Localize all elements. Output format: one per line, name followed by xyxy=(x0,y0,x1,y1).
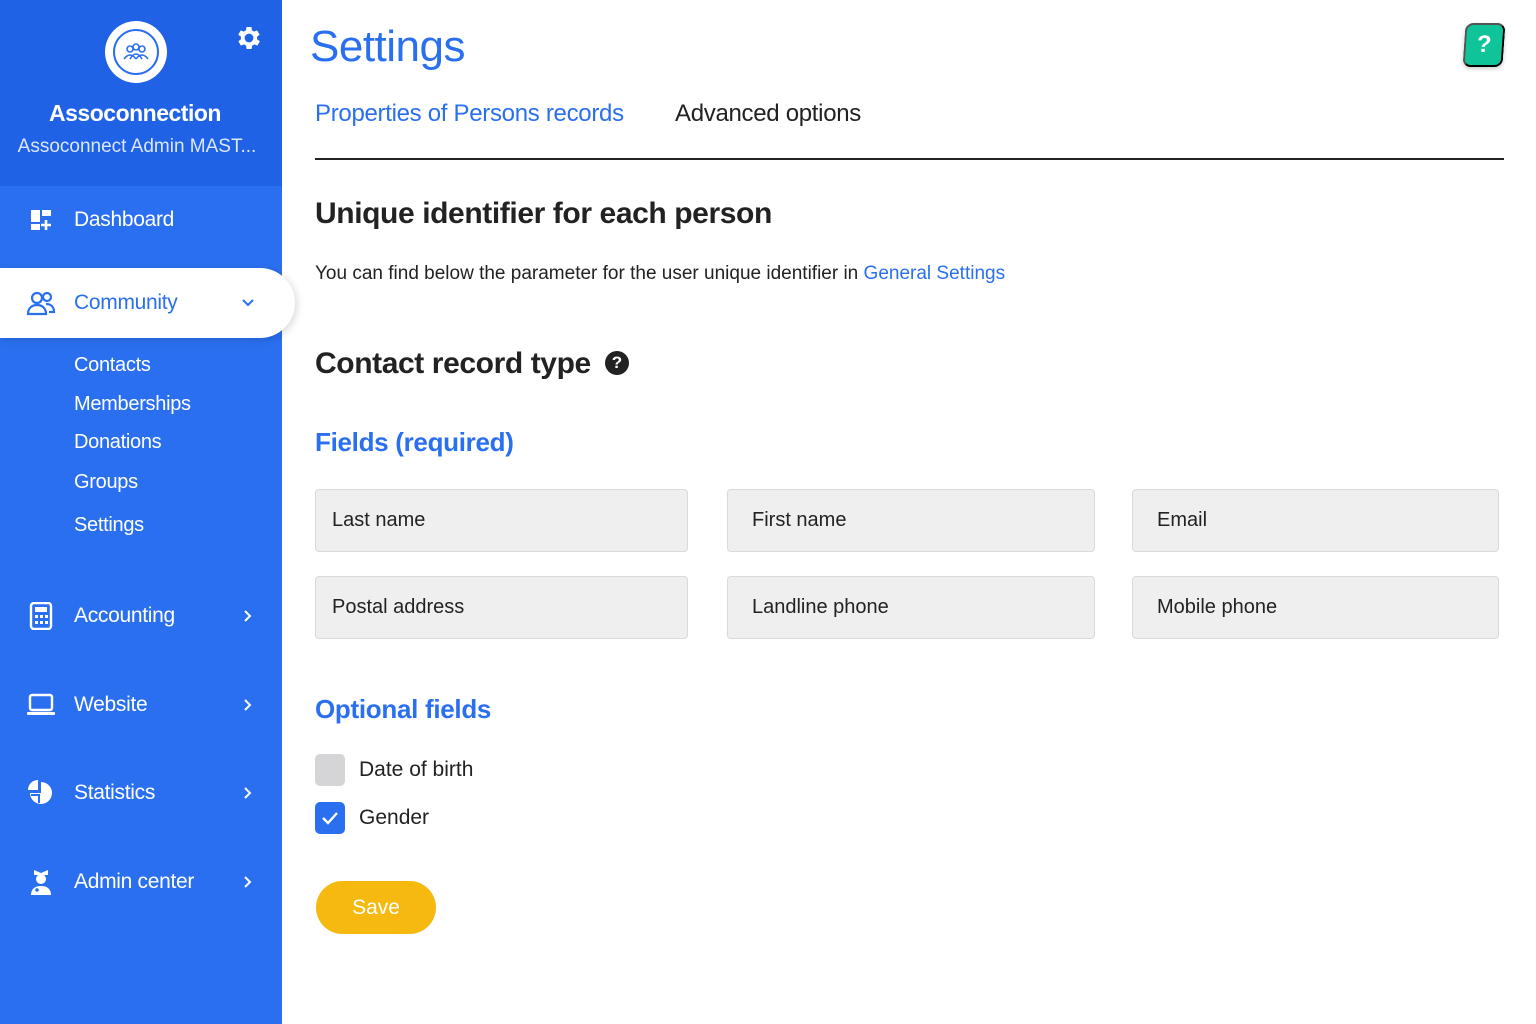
field-last-name: Last name xyxy=(315,489,688,552)
sidebar-item-label: Website xyxy=(74,693,148,716)
sidebar-item-label: Admin center xyxy=(74,870,195,893)
calculator-icon xyxy=(26,601,56,631)
chevron-right-icon xyxy=(238,872,258,892)
sidebar-item-community[interactable]: Community xyxy=(0,268,295,338)
field-landline-phone: Landline phone xyxy=(727,576,1095,639)
laptop-icon xyxy=(26,690,56,720)
admin-icon xyxy=(26,867,56,897)
tab-advanced-options[interactable]: Advanced options xyxy=(675,100,861,128)
org-avatar[interactable] xyxy=(105,21,167,83)
page-title: Settings xyxy=(310,22,465,71)
sidebar-item-label: Statistics xyxy=(74,781,156,804)
field-mobile-phone: Mobile phone xyxy=(1132,576,1499,639)
chevron-down-icon xyxy=(238,293,258,313)
sidebar-item-admin-center[interactable]: Admin center xyxy=(0,852,282,912)
gender-checkbox[interactable] xyxy=(315,802,345,834)
optional-fields-heading: Optional fields xyxy=(315,694,492,724)
chevron-right-icon xyxy=(238,783,258,803)
subnav-item-groups[interactable]: Groups xyxy=(74,471,138,494)
checkbox-label: Date of birth xyxy=(359,758,474,781)
required-fields-heading: Fields (required) xyxy=(315,427,514,457)
chevron-right-icon xyxy=(238,606,258,626)
field-email: Email xyxy=(1132,489,1499,552)
dashboard-icon xyxy=(26,205,56,235)
checkbox-label: Gender xyxy=(359,806,430,829)
field-postal-address: Postal address xyxy=(315,576,688,639)
subnav-item-memberships[interactable]: Memberships xyxy=(74,393,191,416)
chevron-right-icon xyxy=(238,695,258,715)
general-settings-link[interactable]: General Settings xyxy=(864,263,1006,284)
sidebar-item-label: Dashboard xyxy=(74,208,175,231)
help-button[interactable]: ? xyxy=(1462,23,1506,67)
sidebar-item-label: Accounting xyxy=(74,604,175,627)
question-icon: ? xyxy=(1475,31,1493,58)
date-of-birth-checkbox[interactable] xyxy=(315,754,345,786)
note-text: You can find below the parameter for the… xyxy=(315,263,864,284)
sidebar-header: Assoconnection Assoconnect Admin MAST... xyxy=(0,0,282,186)
subnav-item-donations[interactable]: Donations xyxy=(74,431,162,454)
subnav-item-settings[interactable]: Settings xyxy=(74,514,144,537)
contact-record-type-label: Contact record type xyxy=(315,347,591,380)
sidebar-item-accounting[interactable]: Accounting xyxy=(0,586,282,646)
sidebar-item-label: Community xyxy=(74,291,178,314)
sidebar-item-website[interactable]: Website xyxy=(0,675,282,735)
unique-identifier-heading: Unique identifier for each person xyxy=(315,197,772,230)
field-first-name: First name xyxy=(727,489,1095,552)
unique-identifier-note: You can find below the parameter for the… xyxy=(315,263,1005,285)
sidebar-item-statistics[interactable]: Statistics xyxy=(0,763,282,823)
gear-icon[interactable] xyxy=(234,23,264,53)
pie-chart-icon xyxy=(26,778,56,808)
optional-field-gender[interactable]: Gender xyxy=(315,802,429,834)
tab-properties[interactable]: Properties of Persons records xyxy=(315,100,624,128)
org-subtitle: Assoconnect Admin MAST... xyxy=(17,136,257,157)
sidebar: Assoconnection Assoconnect Admin MAST...… xyxy=(0,0,295,1024)
subnav-item-contacts[interactable]: Contacts xyxy=(74,354,151,377)
save-button[interactable]: Save xyxy=(316,881,436,934)
org-name: Assoconnection xyxy=(49,100,221,126)
sidebar-item-dashboard[interactable]: Dashboard xyxy=(0,190,282,250)
contact-record-type-heading: Contact record type? xyxy=(315,347,629,381)
checkmark-icon xyxy=(322,812,338,825)
community-icon xyxy=(26,288,56,318)
people-group-icon xyxy=(123,43,149,60)
help-circle-icon[interactable]: ? xyxy=(604,351,629,376)
optional-field-date-of-birth[interactable]: Date of birth xyxy=(315,754,473,786)
tabs-divider xyxy=(315,158,1504,160)
